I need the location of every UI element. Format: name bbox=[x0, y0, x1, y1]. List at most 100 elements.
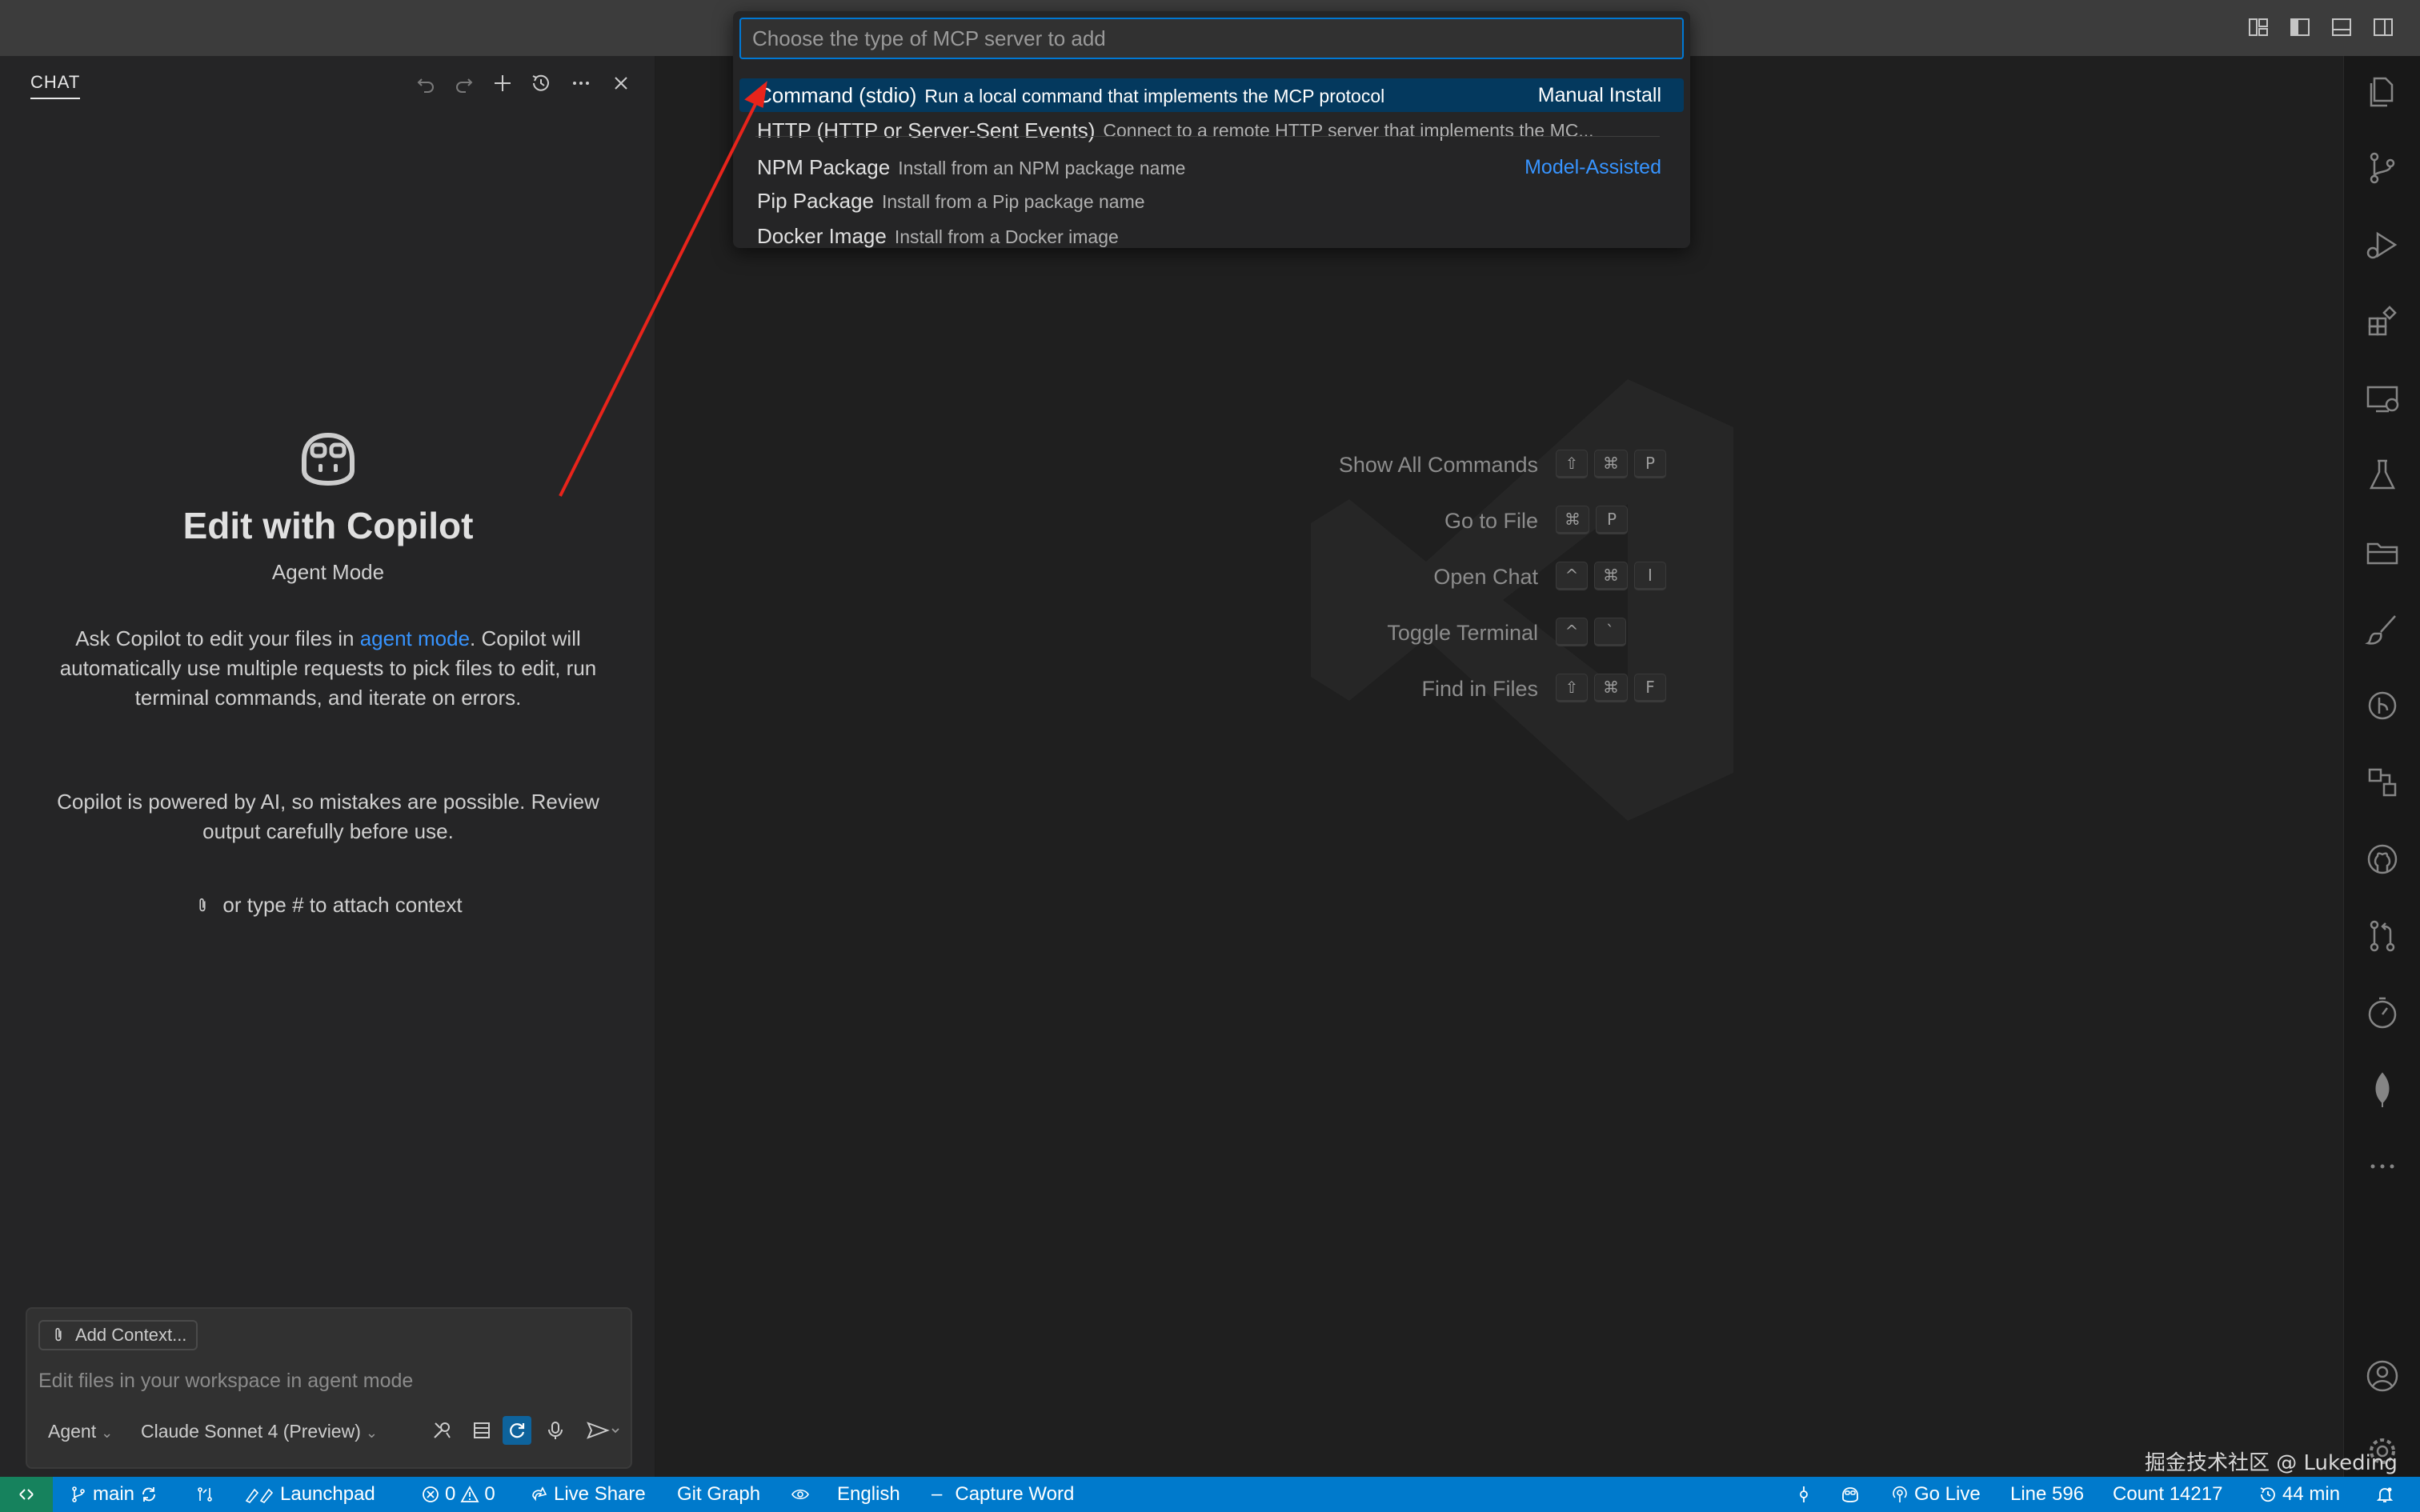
capture-word-dash: – bbox=[932, 1483, 943, 1505]
run-and-debug-icon[interactable] bbox=[2363, 226, 2402, 264]
agent-mode-picker[interactable]: Agent ⌄ bbox=[48, 1421, 113, 1442]
quick-pick-input[interactable]: Choose the type of MCP server to add bbox=[739, 18, 1684, 59]
eye-icon[interactable] bbox=[791, 1483, 810, 1506]
live-share-status[interactable]: Live Share bbox=[530, 1483, 646, 1506]
shortcut-toggle-terminal: Toggle Terminal ^ ` bbox=[658, 618, 1626, 650]
shortcut-label: Show All Commands bbox=[1338, 453, 1538, 477]
explorer-icon[interactable] bbox=[2363, 72, 2402, 110]
git-graph-label: Git Graph bbox=[677, 1483, 761, 1505]
key: ^ bbox=[1556, 618, 1588, 646]
redo-icon[interactable] bbox=[450, 69, 479, 98]
error-icon bbox=[423, 1486, 439, 1502]
history-icon[interactable] bbox=[527, 69, 555, 98]
capture-word-status[interactable]: – Capture Word bbox=[932, 1483, 1074, 1506]
project-manager-icon[interactable] bbox=[2363, 533, 2402, 571]
launchpad-icon bbox=[245, 1488, 274, 1503]
key: ^ bbox=[1556, 562, 1588, 590]
remote-indicator-icon[interactable] bbox=[0, 1477, 53, 1512]
ai-disclaimer: Copilot is powered by AI, so mistakes ar… bbox=[57, 790, 599, 843]
quick-pick-item-pip-package[interactable]: Pip Package Install from a Pip package na… bbox=[739, 184, 1684, 218]
chat-header: CHAT bbox=[0, 56, 656, 112]
branch-icon bbox=[72, 1486, 85, 1502]
commit-icon[interactable] bbox=[1794, 1483, 1813, 1506]
notifications-bell-icon[interactable] bbox=[2375, 1483, 2394, 1506]
item-name: NPM Package bbox=[757, 155, 891, 179]
mongodb-icon[interactable] bbox=[2363, 1070, 2402, 1109]
add-context-button[interactable]: Add Context... bbox=[38, 1320, 198, 1350]
go-live-label: Go Live bbox=[1914, 1483, 1981, 1505]
item-name: Docker Image bbox=[757, 224, 887, 248]
pull-requests-icon[interactable] bbox=[2363, 917, 2402, 955]
shortcut-label: Go to File bbox=[1444, 509, 1538, 533]
agent-mode-link[interactable]: agent mode bbox=[360, 626, 470, 650]
more-views-icon[interactable] bbox=[2363, 1147, 2402, 1186]
language-status[interactable]: English bbox=[837, 1483, 900, 1506]
timeline-icon[interactable] bbox=[2363, 994, 2402, 1032]
new-chat-icon[interactable] bbox=[488, 69, 517, 98]
toggle-panel-icon[interactable] bbox=[2330, 16, 2353, 38]
auto-approve-icon[interactable] bbox=[503, 1416, 531, 1445]
agent-mode-label: Agent Mode bbox=[271, 560, 385, 584]
paperclip-icon bbox=[55, 1327, 62, 1342]
git-compare-icon[interactable] bbox=[195, 1483, 214, 1506]
working-set-icon[interactable] bbox=[467, 1416, 496, 1445]
word-count-status[interactable]: Count 14217 bbox=[2113, 1483, 2222, 1506]
customize-layout-icon[interactable] bbox=[2247, 16, 2270, 38]
shortcut-label: Find in Files bbox=[1421, 677, 1538, 701]
paintbrush-icon[interactable] bbox=[2363, 610, 2402, 648]
problems-status[interactable]: 0 0 bbox=[421, 1483, 495, 1506]
quick-pick-item-npm-package[interactable]: NPM Package Install from an NPM package n… bbox=[739, 150, 1684, 184]
launchpad-status[interactable]: Launchpad bbox=[243, 1483, 375, 1506]
branch-status[interactable]: main bbox=[69, 1483, 158, 1506]
launchpad-label: Launchpad bbox=[280, 1483, 375, 1505]
chevron-down-icon: ⌄ bbox=[101, 1425, 114, 1441]
accounts-icon[interactable] bbox=[2363, 1357, 2402, 1395]
gitlens-icon[interactable] bbox=[2363, 686, 2402, 725]
copilot-status-icon[interactable] bbox=[1841, 1483, 1860, 1506]
shortcut-show-all-commands: Show All Commands ⇧ ⌘ P bbox=[658, 450, 1666, 482]
toggle-primary-sidebar-icon[interactable] bbox=[2289, 16, 2311, 38]
live-share-label: Live Share bbox=[554, 1483, 646, 1505]
time-status[interactable]: 44 min bbox=[2258, 1483, 2340, 1506]
item-name: HTTP (HTTP or Server-Sent Events) bbox=[757, 118, 1096, 142]
attach-hint: or type # to attach context bbox=[0, 893, 656, 918]
branch-name: main bbox=[93, 1483, 135, 1505]
send-button[interactable] bbox=[581, 1416, 626, 1445]
chat-input-box[interactable]: Add Context... Edit files in your worksp… bbox=[26, 1307, 632, 1469]
item-description: Connect to a remote HTTP server that imp… bbox=[1103, 120, 1594, 141]
key: ⌘ bbox=[1594, 674, 1628, 702]
key: ⌘ bbox=[1594, 450, 1628, 478]
quick-pick-item-docker-image[interactable]: Docker Image Install from a Docker image bbox=[739, 219, 1684, 253]
more-actions-icon[interactable] bbox=[567, 69, 595, 98]
close-icon[interactable] bbox=[607, 69, 635, 98]
microphone-icon[interactable] bbox=[541, 1416, 570, 1445]
error-count: 0 bbox=[445, 1483, 456, 1505]
sync-icon[interactable] bbox=[139, 1485, 158, 1504]
line-status[interactable]: Line 596 bbox=[2010, 1483, 2084, 1506]
tools-icon[interactable] bbox=[427, 1416, 456, 1445]
quick-pick-item-command-stdio[interactable]: Command (stdio) Run a local command that … bbox=[739, 78, 1684, 112]
extensions-icon[interactable] bbox=[2363, 302, 2402, 341]
warning-count: 0 bbox=[484, 1483, 495, 1505]
source-control-icon[interactable] bbox=[2363, 149, 2402, 187]
quick-pick-item-http[interactable]: HTTP (HTTP or Server-Sent Events) Connect… bbox=[739, 114, 1684, 147]
copilot-icon bbox=[294, 424, 362, 491]
undo-icon[interactable] bbox=[411, 69, 440, 98]
toggle-secondary-sidebar-icon[interactable] bbox=[2372, 16, 2394, 38]
go-live-status[interactable]: Go Live bbox=[1890, 1483, 1981, 1506]
chat-input-field[interactable]: Edit files in your workspace in agent mo… bbox=[38, 1370, 413, 1393]
key: ⇧ bbox=[1556, 674, 1588, 702]
remote-explorer-icon[interactable] bbox=[2363, 379, 2402, 418]
attach-hint-text: or type # to attach context bbox=[222, 893, 463, 917]
github-icon[interactable] bbox=[2363, 840, 2402, 878]
add-context-label: Add Context... bbox=[75, 1325, 187, 1345]
model-label: Claude Sonnet 4 (Preview) bbox=[141, 1421, 361, 1442]
model-picker[interactable]: Claude Sonnet 4 (Preview) ⌄ bbox=[141, 1421, 378, 1442]
diff-icon[interactable] bbox=[2363, 763, 2402, 802]
broadcast-icon bbox=[1893, 1486, 1907, 1502]
git-graph-status[interactable]: Git Graph bbox=[677, 1483, 760, 1506]
key: F bbox=[1634, 674, 1666, 702]
chat-tab[interactable]: CHAT bbox=[30, 72, 81, 99]
live-share-icon bbox=[532, 1486, 547, 1502]
testing-icon[interactable] bbox=[2363, 456, 2402, 494]
